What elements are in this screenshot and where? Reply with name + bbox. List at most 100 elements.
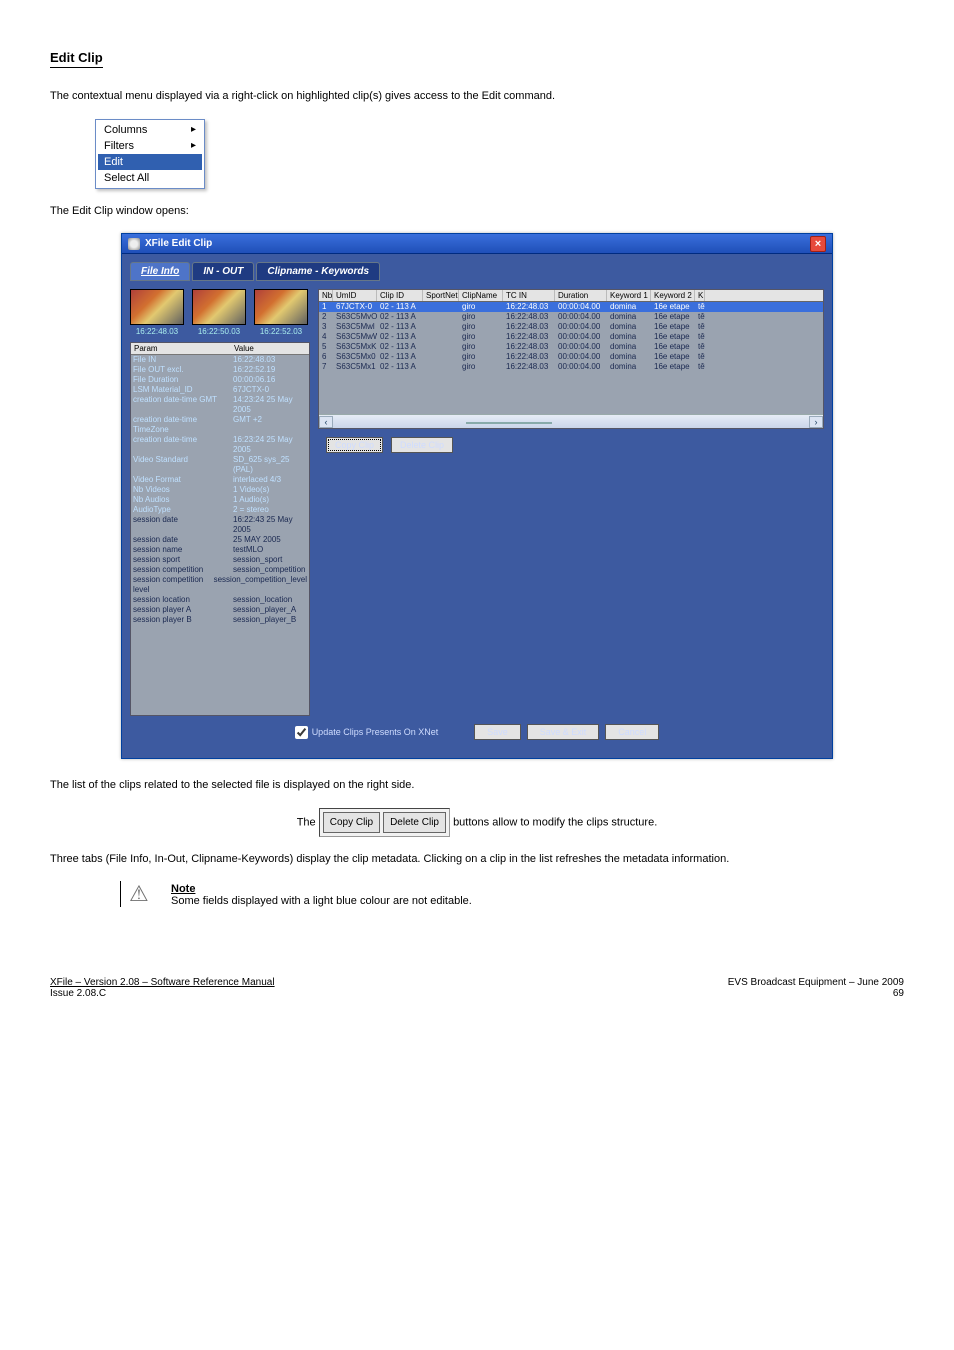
thumbnail-timecode: 16:22:52.03 — [254, 327, 308, 336]
table-cell: 16:22:48.03 — [503, 352, 555, 362]
delete-clip-button[interactable]: Delete Clip — [391, 437, 453, 453]
table-cell: 02 - 113 A — [377, 332, 423, 342]
grid-column-header[interactable]: Duration — [555, 290, 607, 301]
save-button[interactable]: Save — [474, 724, 521, 740]
table-cell: 00:00:04.00 — [555, 322, 607, 332]
note-label: Note — [171, 883, 195, 895]
table-cell: 00:00:04.00 — [555, 302, 607, 312]
table-cell: 02 - 113 A — [377, 302, 423, 312]
value-col-header: Value — [231, 343, 309, 354]
inline-delete-clip-button[interactable]: Delete Clip — [383, 812, 446, 833]
tabs: File Info IN - OUT Clipname - Keywords — [130, 262, 824, 281]
submenu-arrow-icon: ▸ — [191, 140, 196, 151]
table-cell: 16e etape — [651, 352, 695, 362]
thumbnail[interactable]: 16:22:52.03 — [254, 289, 308, 336]
param-row: session sportsession_sport — [131, 555, 309, 565]
tab-file-info[interactable]: File Info — [130, 262, 190, 281]
param-value: session_sport — [233, 555, 307, 565]
table-row[interactable]: 7S63C5Mx102 - 113 Agiro16:22:48.0300:00:… — [319, 362, 823, 372]
param-name: File IN — [133, 355, 233, 365]
table-row[interactable]: 3S63C5Mwl02 - 113 Agiro16:22:48.0300:00:… — [319, 322, 823, 332]
param-row: Video StandardSD_625 sys_25 (PAL) — [131, 455, 309, 475]
context-menu-item[interactable]: Select All — [98, 170, 202, 186]
table-cell: giro — [459, 312, 503, 322]
grid-column-header[interactable]: Keyword 1 — [607, 290, 651, 301]
grid-column-header[interactable]: TC IN — [503, 290, 555, 301]
table-cell: 00:00:04.00 — [555, 312, 607, 322]
table-cell: S63C5Mx1 — [333, 362, 377, 372]
inline-prefix: The — [297, 816, 319, 828]
table-cell: S63C5MvO — [333, 312, 377, 322]
table-cell: 7 — [319, 362, 333, 372]
thumbnail-timecode: 16:22:48.03 — [130, 327, 184, 336]
table-cell: têt — [695, 302, 705, 312]
context-menu-item[interactable]: Edit — [98, 154, 202, 170]
copy-clip-button[interactable]: Copy Clip — [326, 437, 383, 453]
grid-column-header[interactable]: Nb — [319, 290, 333, 301]
table-cell: giro — [459, 352, 503, 362]
thumbnail-strip: 16:22:48.03 16:22:50.03 16:22:52.03 — [130, 289, 310, 336]
table-row[interactable]: 2S63C5MvO02 - 113 Agiro16:22:48.0300:00:… — [319, 312, 823, 322]
context-menu-item[interactable]: Columns▸ — [98, 122, 202, 138]
grid-column-header[interactable]: UmID — [333, 290, 377, 301]
scroll-thumb[interactable] — [466, 422, 552, 424]
param-value: 16:23:24 25 May 2005 — [233, 435, 307, 455]
table-cell: domina — [607, 332, 651, 342]
table-cell: 3 — [319, 322, 333, 332]
table-cell — [423, 322, 459, 332]
param-value: 00:00:06.16 — [233, 375, 307, 385]
table-cell: 1 — [319, 302, 333, 312]
param-col-header: Param — [131, 343, 231, 354]
close-icon[interactable]: × — [810, 236, 826, 252]
param-row: creation date-time16:23:24 25 May 2005 — [131, 435, 309, 455]
grid-column-header[interactable]: Clip ID — [377, 290, 423, 301]
table-cell: 02 - 113 A — [377, 322, 423, 332]
param-name: session sport — [133, 555, 233, 565]
table-cell: 16:22:48.03 — [503, 312, 555, 322]
param-row: session competition levelsession_competi… — [131, 575, 309, 595]
table-cell — [423, 332, 459, 342]
param-row: AudioType2 = stereo — [131, 505, 309, 515]
table-cell: 02 - 113 A — [377, 362, 423, 372]
param-row: session locationsession_location — [131, 595, 309, 605]
grid-column-header[interactable]: K — [695, 290, 705, 301]
param-name: File OUT excl. — [133, 365, 233, 375]
scroll-left-icon[interactable]: ‹ — [319, 416, 333, 428]
grid-column-header[interactable]: ClipName — [459, 290, 503, 301]
thumbnail-image — [254, 289, 308, 325]
table-row[interactable]: 4S63C5MwW02 - 113 Agiro16:22:48.0300:00:… — [319, 332, 823, 342]
grid-column-header[interactable]: SportNet — [423, 290, 459, 301]
save-exit-button[interactable]: Save & Exit — [527, 724, 600, 740]
param-name: LSM Material_ID — [133, 385, 233, 395]
scroll-right-icon[interactable]: › — [809, 416, 823, 428]
table-row[interactable]: 5S63C5MxK02 - 113 Agiro16:22:48.0300:00:… — [319, 342, 823, 352]
table-row[interactable]: 167JCTX-002 - 113 Agiro16:22:48.0300:00:… — [319, 302, 823, 312]
table-cell: S63C5MwW — [333, 332, 377, 342]
param-name: session location — [133, 595, 233, 605]
horizontal-scrollbar[interactable]: ‹ › — [319, 414, 823, 428]
footer-right: EVS Broadcast Equipment – June 2009 — [728, 977, 904, 988]
table-cell — [423, 352, 459, 362]
important-icon: ⚠ — [129, 881, 159, 907]
table-row[interactable]: 6S63C5Mx002 - 113 Agiro16:22:48.0300:00:… — [319, 352, 823, 362]
grid-column-header[interactable]: Keyword 2 — [651, 290, 695, 301]
param-row: session competitionsession_competition — [131, 565, 309, 575]
section-title: Edit Clip — [50, 50, 103, 67]
table-cell — [423, 312, 459, 322]
param-row: Nb Audios1 Audio(s) — [131, 495, 309, 505]
context-menu-item[interactable]: Filters▸ — [98, 138, 202, 154]
inline-copy-clip-button[interactable]: Copy Clip — [323, 812, 380, 833]
thumbnail[interactable]: 16:22:50.03 — [192, 289, 246, 336]
cancel-button[interactable]: Cancel — [605, 724, 659, 740]
tab-clipname-keywords[interactable]: Clipname - Keywords — [256, 262, 380, 281]
table-cell: 16:22:48.03 — [503, 322, 555, 332]
thumbnail[interactable]: 16:22:48.03 — [130, 289, 184, 336]
table-cell: giro — [459, 332, 503, 342]
tab-in-out[interactable]: IN - OUT — [192, 262, 254, 281]
table-cell: 00:00:04.00 — [555, 342, 607, 352]
update-clips-checkbox[interactable]: Update Clips Presents On XNet — [295, 726, 439, 739]
after-menu-text: The Edit Clip window opens: — [50, 203, 904, 220]
table-cell: 16e etape — [651, 342, 695, 352]
update-clips-checkbox-input[interactable] — [295, 726, 308, 739]
table-cell: 16e etape — [651, 322, 695, 332]
